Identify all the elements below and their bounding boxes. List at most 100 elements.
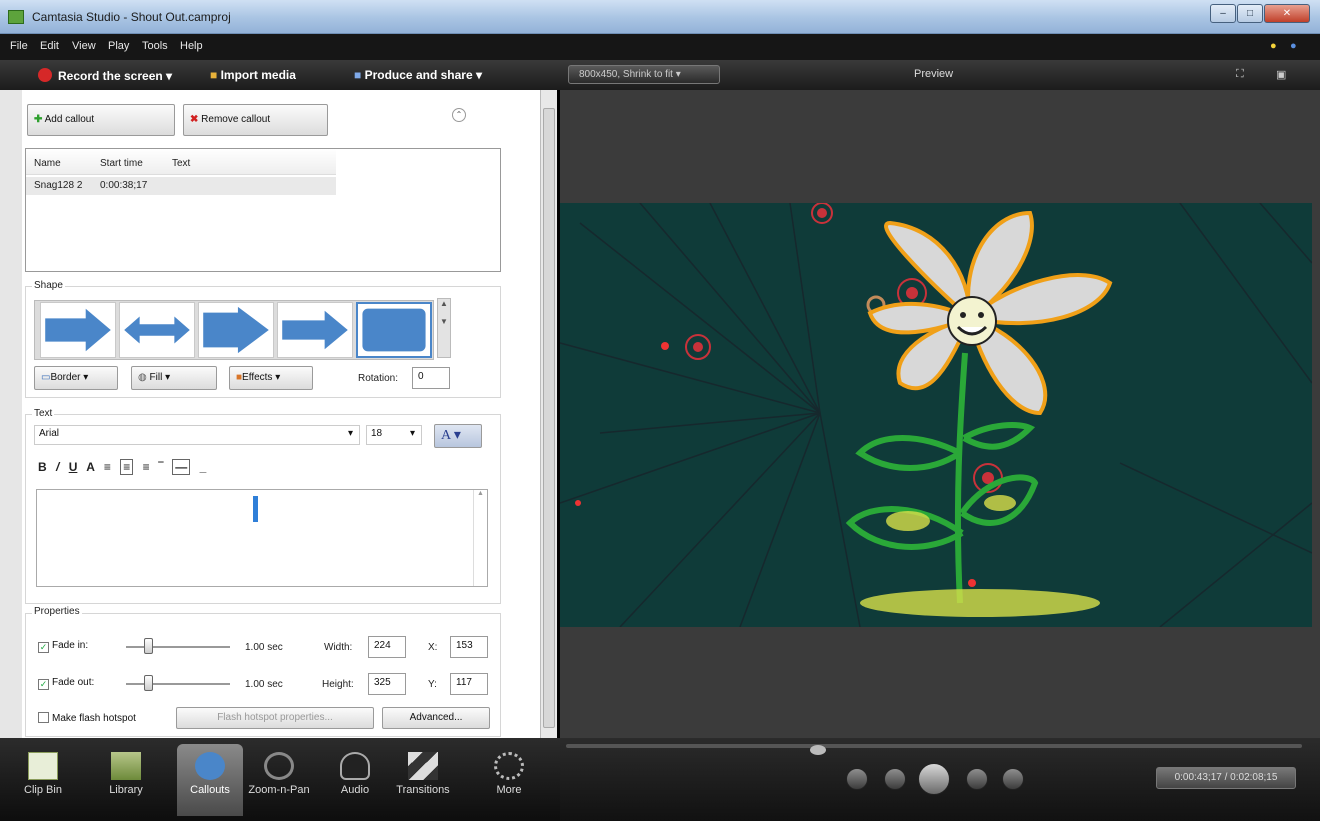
column-start-time[interactable]: Start time — [100, 158, 143, 169]
collapse-icon[interactable]: ⌃ — [452, 108, 466, 122]
shape-arrow-thin[interactable] — [277, 302, 353, 358]
produce-icon: ■ — [354, 68, 362, 82]
column-text[interactable]: Text — [172, 158, 190, 169]
x-label: X: — [428, 642, 438, 653]
x-input[interactable]: 153 — [450, 636, 488, 658]
produce-share-button[interactable]: ■ Produce and share ▾ — [354, 68, 482, 82]
scrollbar-thumb[interactable] — [543, 108, 555, 728]
tab-more[interactable]: More — [476, 744, 542, 816]
menu-tools[interactable]: Tools — [142, 40, 168, 52]
fade-in-slider-thumb[interactable] — [144, 638, 153, 654]
skip-forward-icon[interactable] — [1002, 768, 1024, 790]
flower-video-frame — [560, 203, 1312, 627]
add-callout-button[interactable]: ✚ Add callout — [27, 104, 175, 136]
import-media-button[interactable]: ■ Import media — [210, 68, 296, 82]
height-input[interactable]: 325 — [368, 673, 406, 695]
plus-icon: ✚ — [34, 114, 43, 125]
font-size-select[interactable]: 18 ▾ — [366, 425, 422, 445]
valign-top-icon[interactable]: ‾ — [159, 460, 163, 474]
detach-preview-icon[interactable]: ▣ — [1276, 68, 1286, 81]
tab-library[interactable]: Library — [93, 744, 159, 816]
lightbulb-icon[interactable]: ● — [1270, 40, 1277, 52]
tab-transitions[interactable]: Transitions — [390, 744, 456, 816]
font-color-button[interactable]: A ▾ — [434, 424, 482, 448]
rotation-input[interactable]: 0 — [412, 367, 450, 389]
check-icon: ✓ — [38, 642, 49, 653]
minimize-button[interactable]: – — [1210, 4, 1236, 23]
text-area-scrollbar[interactable]: ▲ — [473, 490, 487, 586]
bold-button[interactable]: B — [38, 460, 47, 474]
fade-out-slider[interactable] — [126, 683, 230, 685]
close-button[interactable]: ✕ — [1264, 4, 1310, 23]
rewind-icon[interactable] — [884, 768, 906, 790]
callout-text-area[interactable]: ▲ — [36, 489, 488, 587]
underline-button[interactable]: U — [69, 460, 78, 474]
shape-arrow-right[interactable] — [40, 302, 116, 358]
fade-in-checkbox[interactable]: ✓ Fade in: — [38, 640, 88, 653]
align-left-icon[interactable]: ≡ — [104, 460, 111, 474]
folder-icon: ■ — [210, 68, 218, 82]
title-bar: Camtasia Studio - Shout Out.camproj – □ … — [0, 0, 1320, 34]
preview-size-select[interactable]: 800x450, Shrink to fit ▾ — [568, 65, 720, 84]
audio-icon — [340, 752, 370, 780]
shape-gallery-scroll[interactable]: ▲ ▼ — [437, 298, 451, 358]
shape-arrow-double[interactable] — [119, 302, 195, 358]
rotation-label: Rotation: — [358, 373, 399, 384]
tab-callouts[interactable]: Callouts — [177, 744, 243, 816]
checkbox-box — [38, 712, 49, 723]
shape-arrow-chevron[interactable] — [198, 302, 274, 358]
play-icon[interactable] — [918, 763, 950, 795]
check-icon: ✓ — [38, 679, 49, 690]
tab-audio[interactable]: Audio — [322, 744, 388, 816]
valign-middle-icon[interactable]: — — [172, 459, 191, 475]
remove-callout-button[interactable]: ✖ Remove callout — [183, 104, 328, 136]
menu-help[interactable]: Help — [180, 40, 203, 52]
shape-rectangle[interactable] — [356, 302, 432, 358]
fill-button[interactable]: ◍ Fill ▾ — [131, 366, 217, 390]
left-edge — [0, 90, 22, 738]
menu-edit[interactable]: Edit — [40, 40, 59, 52]
italic-button[interactable]: / — [56, 460, 59, 474]
timeline-track[interactable] — [566, 744, 1302, 748]
y-label: Y: — [428, 679, 437, 690]
menu-file[interactable]: File — [10, 40, 28, 52]
align-right-icon[interactable]: ≡ — [143, 460, 150, 474]
font-select[interactable]: Arial ▾ — [34, 425, 360, 445]
main-toolbar: Record the screen ▾ ■ Import media ■ Pro… — [0, 60, 560, 90]
y-input[interactable]: 117 — [450, 673, 488, 695]
flash-hotspot-properties-button[interactable]: Flash hotspot properties... — [176, 707, 374, 729]
tab-clip-bin[interactable]: Clip Bin — [10, 744, 76, 816]
fit-view-icon[interactable]: ⛶ — [1236, 68, 1244, 81]
video-canvas[interactable] — [560, 203, 1312, 627]
row-name: Snag128 2 — [34, 180, 83, 191]
magnifier-icon — [264, 752, 294, 780]
width-input[interactable]: 224 — [368, 636, 406, 658]
library-icon — [111, 752, 141, 780]
flash-hotspot-checkbox[interactable]: Make flash hotspot — [38, 712, 136, 724]
callout-icon — [195, 752, 225, 780]
effects-button[interactable]: ■Effects ▾ — [229, 366, 313, 390]
text-cursor — [253, 496, 258, 522]
text-color-icon[interactable]: A — [86, 460, 94, 474]
advanced-button[interactable]: Advanced... — [382, 707, 490, 729]
record-screen-button[interactable]: Record the screen ▾ — [38, 68, 172, 83]
align-center-icon[interactable]: ≡ — [120, 459, 134, 475]
chevron-down-icon: ▾ — [347, 428, 353, 439]
valign-bottom-icon[interactable]: _ — [200, 460, 207, 474]
column-name[interactable]: Name — [34, 158, 61, 169]
fade-in-slider[interactable] — [126, 646, 230, 648]
skip-back-icon[interactable] — [846, 768, 868, 790]
tab-zoom-n-pan[interactable]: Zoom-n-Pan — [246, 744, 312, 816]
fade-out-checkbox[interactable]: ✓ Fade out: — [38, 677, 94, 690]
timeline-thumb[interactable] — [810, 745, 826, 755]
table-row[interactable]: Snag128 2 0:00:38;17 — [26, 177, 336, 195]
fast-forward-icon[interactable] — [966, 768, 988, 790]
border-button[interactable]: ▭Border ▾ — [34, 366, 118, 390]
fade-out-slider-thumb[interactable] — [144, 675, 153, 691]
maximize-button[interactable]: □ — [1237, 4, 1263, 23]
menu-play[interactable]: Play — [108, 40, 129, 52]
menu-view[interactable]: View — [72, 40, 96, 52]
panel-scrollbar[interactable] — [540, 90, 557, 738]
row-start-time: 0:00:38;17 — [100, 180, 148, 191]
globe-icon[interactable]: ● — [1290, 40, 1297, 52]
